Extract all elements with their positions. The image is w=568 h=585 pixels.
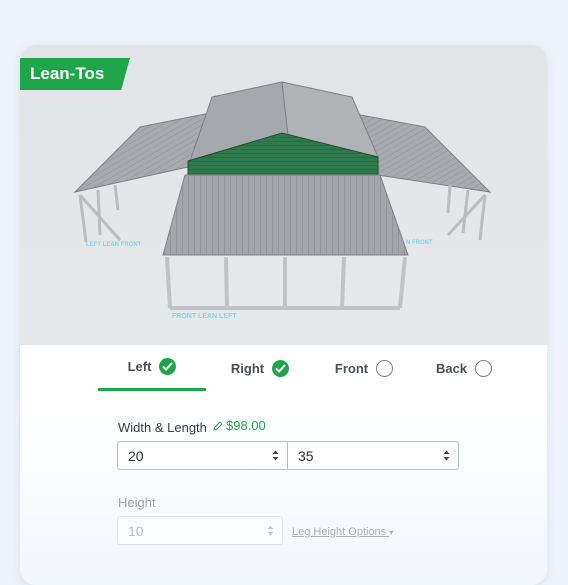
tab-right[interactable]: Right bbox=[206, 345, 314, 391]
tab-back[interactable]: Back bbox=[414, 345, 514, 391]
tab-front[interactable]: Front bbox=[314, 345, 414, 391]
right-lean-front-label: N FRONT bbox=[406, 240, 433, 246]
price-value: $98.00 bbox=[226, 418, 266, 433]
front-lean-frame bbox=[165, 256, 407, 310]
tab-front-label: Front bbox=[334, 360, 369, 376]
tab-left-label: Left bbox=[127, 359, 152, 374]
front-lean-roof bbox=[162, 174, 409, 256]
height-value: 10 bbox=[128, 522, 144, 539]
left-lean-front-label: LEFT LEAN FRONT bbox=[86, 242, 142, 248]
width-value: 20 bbox=[128, 447, 144, 464]
leg-height-options-link[interactable]: Leg Height Options ▾ bbox=[292, 526, 393, 538]
height-label: Height bbox=[118, 495, 156, 510]
tab-right-label: Right bbox=[230, 360, 265, 376]
tab-back-label: Back bbox=[435, 360, 468, 376]
pencil-icon bbox=[213, 420, 223, 431]
leg-height-options-label: Leg Height Options bbox=[292, 526, 387, 538]
width-length-price: $98.00 bbox=[213, 418, 266, 433]
width-select[interactable]: 20 bbox=[117, 441, 288, 470]
length-value: 35 bbox=[298, 447, 314, 464]
empty-circle-icon bbox=[475, 359, 493, 377]
check-icon bbox=[159, 358, 177, 375]
empty-circle-icon bbox=[376, 359, 394, 377]
spinner-arrows-icon bbox=[267, 525, 274, 536]
building-render: LEFT LEAN FRONT N FRONT FRONT LEAN LEFT bbox=[73, 81, 492, 320]
spinner-arrows-icon bbox=[272, 450, 279, 461]
tab-left[interactable]: Left bbox=[98, 345, 206, 391]
right-lean-frame bbox=[446, 184, 487, 241]
check-icon bbox=[272, 359, 290, 377]
lean-to-side-tabs: Left Right Front Back bbox=[20, 345, 547, 392]
chevron-down-icon: ▾ bbox=[389, 528, 394, 537]
spinner-arrows-icon bbox=[443, 450, 450, 461]
width-length-label: Width & Length bbox=[118, 420, 207, 435]
lean-to-options-form: Width & Length $98.00 20 35 Height 10 Le… bbox=[20, 391, 547, 585]
front-lean-left-label: FRONT LEAN LEFT bbox=[172, 313, 237, 320]
height-select[interactable]: 10 bbox=[117, 516, 283, 545]
lean-to-card: LEFT LEAN FRONT N FRONT FRONT LEAN LEFT … bbox=[20, 45, 547, 585]
left-lean-frame bbox=[78, 184, 122, 243]
3d-building-viewer[interactable]: LEFT LEAN FRONT N FRONT FRONT LEAN LEFT … bbox=[20, 45, 547, 345]
lean-tos-badge: Lean-Tos bbox=[20, 58, 130, 90]
length-select[interactable]: 35 bbox=[287, 441, 459, 470]
